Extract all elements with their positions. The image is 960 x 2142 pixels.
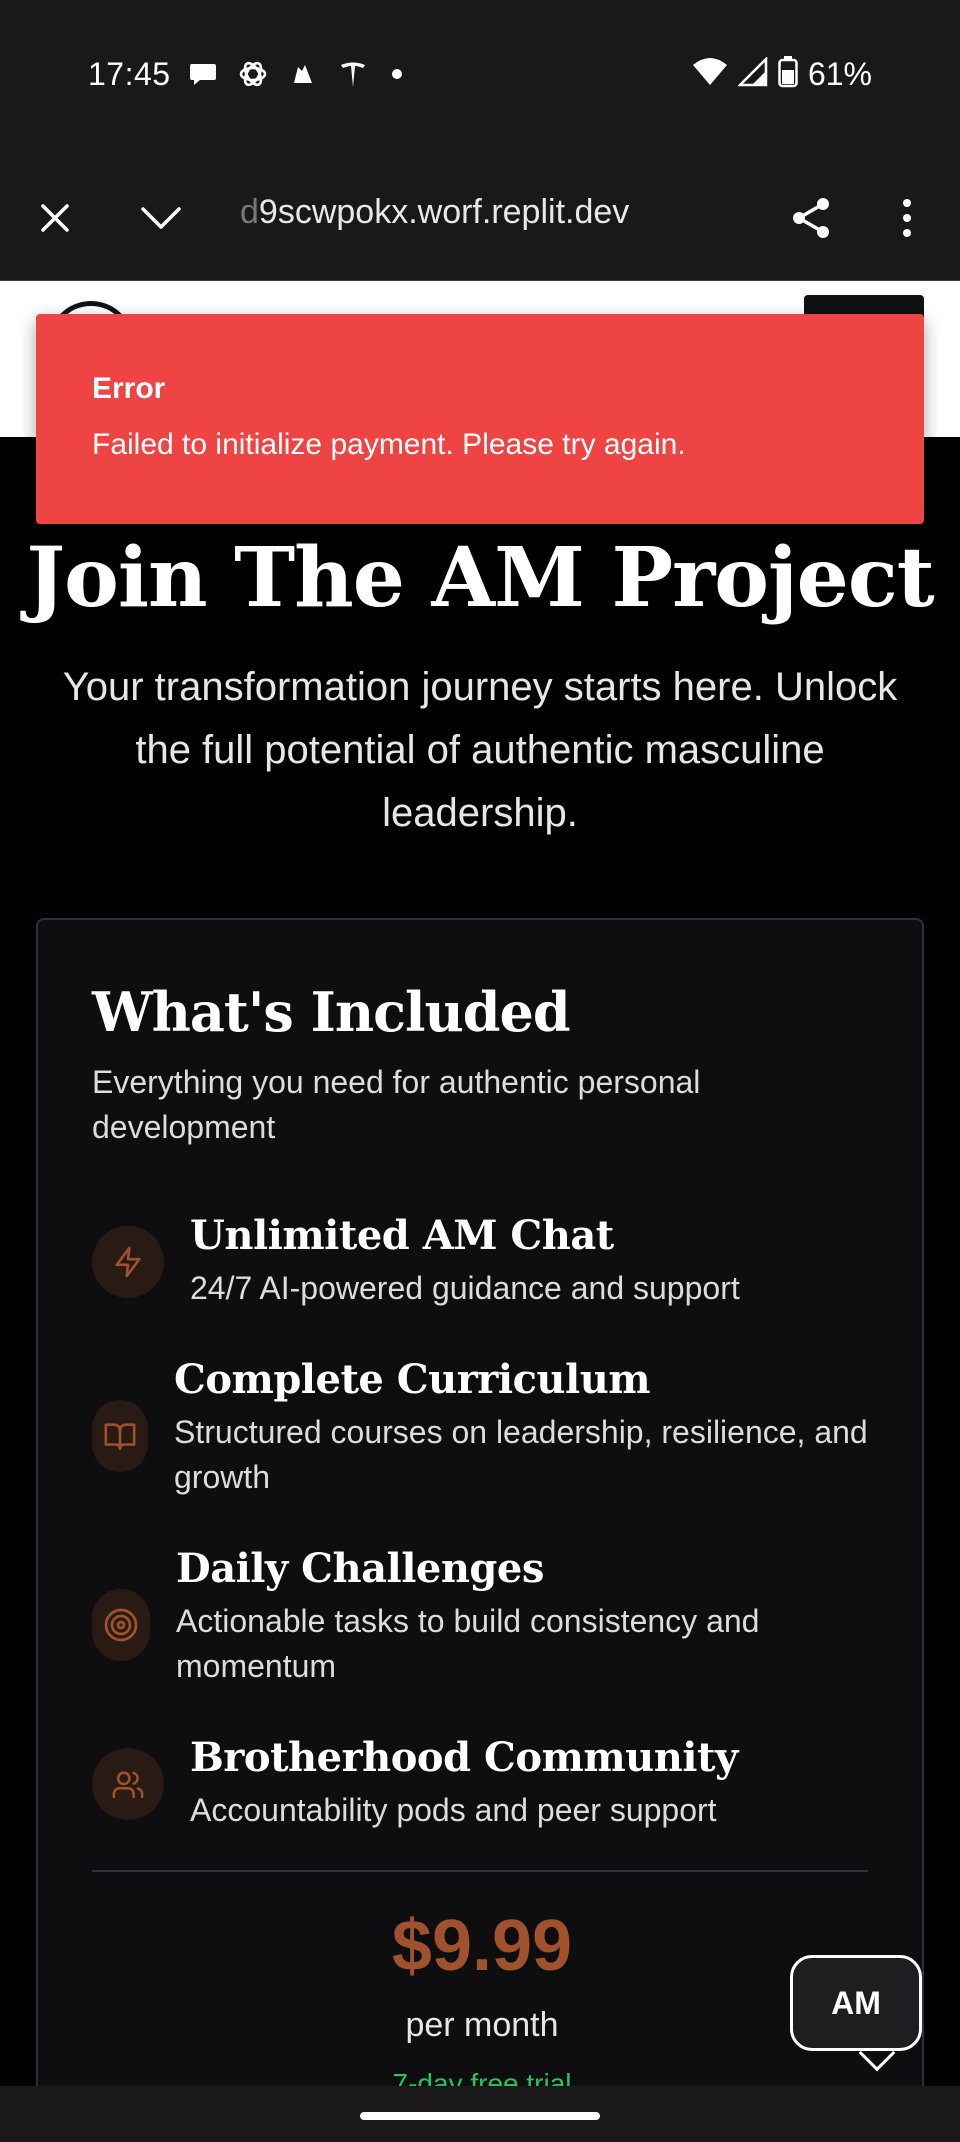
target-icon (92, 1589, 150, 1661)
feature-title: Complete Curriculum (174, 1356, 651, 1403)
status-time: 17:45 (88, 56, 171, 92)
chevron-down-icon (141, 207, 181, 229)
url-prefix: d (240, 193, 259, 231)
battery-icon (778, 55, 798, 93)
feature-title: Brotherhood Community (190, 1734, 738, 1781)
toast-title: Error (92, 372, 166, 405)
included-subtitle: Everything you need for authentic person… (92, 1064, 701, 1145)
system-status: 61% (692, 54, 872, 94)
feature-description: Accountability pods and peer support (190, 1792, 717, 1828)
close-icon (41, 204, 69, 232)
feature-description: 24/7 AI-powered guidance and support (190, 1270, 740, 1306)
openai-icon (236, 57, 270, 91)
navigation-bar (0, 2086, 960, 2142)
am-chat-button[interactable]: AM (790, 1955, 922, 2051)
status-bar: 17:45 61% (0, 0, 960, 155)
browser-toolbar: d9scwpokx.worf.replit.dev (0, 155, 960, 281)
url-bar[interactable]: d9scwpokx.worf.replit.dev (240, 193, 629, 232)
share-button[interactable] (778, 185, 844, 251)
signal-icon (736, 55, 768, 92)
page-subtitle: Your transformation journey starts here.… (62, 665, 898, 835)
feature-title: Unlimited AM Chat (190, 1212, 614, 1259)
error-toast[interactable]: Error Failed to initialize payment. Plea… (36, 314, 924, 524)
tesla-icon (336, 57, 370, 91)
home-gesture-handle[interactable] (360, 2112, 600, 2120)
battery-percent: 61% (807, 55, 872, 92)
more-menu-button[interactable] (874, 185, 940, 251)
feature-description: Actionable tasks to build consistency an… (176, 1603, 760, 1684)
toast-message: Failed to initialize payment. Please try… (92, 428, 686, 461)
book-icon (92, 1400, 148, 1472)
minimize-button[interactable] (128, 185, 194, 251)
wifi-icon (692, 57, 728, 92)
users-icon (92, 1748, 164, 1820)
page-title: Join The AM Project (26, 530, 934, 626)
share-icon (793, 198, 829, 238)
chat-bubble-icon (186, 57, 220, 91)
divider (92, 1870, 868, 1872)
lightning-icon (92, 1226, 164, 1298)
more-vert-icon (903, 199, 911, 237)
more-notifications-dot (392, 69, 402, 79)
included-card: What's Included Everything you need for … (36, 918, 924, 2142)
feature-title: Daily Challenges (176, 1545, 544, 1592)
close-tab-button[interactable] (22, 185, 88, 251)
notification-icons (186, 54, 402, 94)
app-icon (286, 57, 320, 91)
url-text: 9scwpokx.worf.replit.dev (258, 193, 630, 231)
feature-description: Structured courses on leadership, resili… (174, 1414, 868, 1495)
included-title: What's Included (92, 980, 571, 1044)
